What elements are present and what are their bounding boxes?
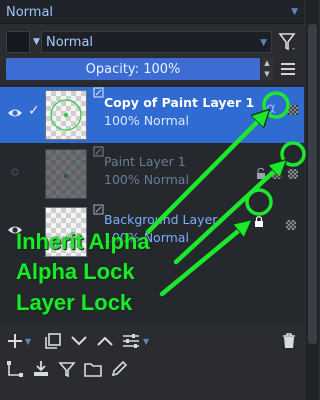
alpha-indicator-icon[interactable]: [272, 169, 282, 179]
spin-down-icon[interactable]: ▼: [261, 69, 273, 80]
selected-check-icon: ✓: [28, 103, 40, 119]
layer-type-icon: [93, 204, 104, 215]
layer-toolbar-bottom: [0, 356, 304, 382]
delete-layer-icon[interactable]: [280, 332, 298, 350]
layer-lock-icon[interactable]: [254, 216, 264, 228]
add-layer-dropdown-icon[interactable]: ▼: [25, 337, 31, 346]
alpha-lock-icon[interactable]: [288, 169, 298, 179]
opacity-spinner[interactable]: ▲ ▼: [261, 58, 273, 80]
layer-name: Background Layer: [104, 212, 218, 227]
blend-mode-select[interactable]: Normal ▼: [41, 31, 272, 53]
edit-pencil-icon[interactable]: [110, 360, 128, 378]
lock-open-icon[interactable]: [256, 168, 266, 180]
move-down-icon[interactable]: [70, 332, 88, 350]
opacity-label: Opacity: 100%: [85, 62, 181, 77]
color-label-swatch[interactable]: [6, 31, 30, 53]
layer-mode: 100% Normal: [104, 113, 189, 128]
add-layer-icon[interactable]: [6, 332, 24, 350]
move-up-icon[interactable]: [96, 332, 114, 350]
annotation-label-layer-lock: Layer Lock: [16, 290, 133, 315]
layers-list: ✓ Copy of Paint Layer 1 100% Normal α Pa…: [0, 84, 304, 324]
layer-mode: 100% Normal: [104, 172, 189, 187]
top-blend-mode-value: Normal: [6, 5, 54, 20]
annotation-label-inherit-alpha: Inherit Alpha: [16, 229, 150, 254]
layer-name: Paint Layer 1: [104, 154, 186, 169]
swatch-dropdown-icon[interactable]: ▼: [33, 37, 40, 47]
filter-icon[interactable]: [278, 30, 298, 54]
layer-name: Copy of Paint Layer 1: [104, 95, 255, 110]
duplicate-layer-icon[interactable]: [44, 332, 62, 350]
filter-mask-icon[interactable]: [58, 360, 76, 378]
eye-hidden-icon[interactable]: [7, 166, 23, 178]
inherit-alpha-icon[interactable]: α: [266, 99, 276, 117]
chevron-down-icon: ▼: [291, 7, 298, 17]
opacity-slider[interactable]: Opacity: 100%: [6, 58, 260, 80]
group-folder-icon[interactable]: [84, 360, 102, 378]
chevron-down-icon: ▼: [260, 38, 267, 48]
layer-type-icon: [93, 87, 104, 98]
layer-filter-row: ▼ Normal ▼: [0, 29, 304, 55]
annotation-label-alpha-lock: Alpha Lock: [16, 259, 135, 284]
layer-row-copy-of-paint-layer-1[interactable]: ✓ Copy of Paint Layer 1 100% Normal α: [0, 87, 304, 143]
vertical-scrollbar[interactable]: [306, 0, 319, 400]
hamburger-menu-icon[interactable]: [281, 63, 295, 75]
alpha-lock-icon[interactable]: [288, 105, 298, 115]
eye-visible-icon[interactable]: [7, 107, 23, 119]
layer-thumbnail: [45, 149, 87, 199]
blend-mode-value: Normal: [46, 35, 94, 50]
top-blend-mode-dropdown[interactable]: Normal ▼: [0, 0, 304, 24]
transform-mask-icon[interactable]: [6, 360, 24, 378]
layer-row-paint-layer-1[interactable]: Paint Layer 1 100% Normal: [0, 146, 304, 202]
layer-thumbnail: [45, 90, 87, 140]
merge-down-icon[interactable]: [32, 360, 50, 378]
properties-dropdown-icon[interactable]: ▼: [143, 337, 149, 346]
scrollbar-thumb[interactable]: [308, 24, 317, 344]
layer-type-icon: [93, 146, 104, 157]
layer-properties-icon[interactable]: [122, 332, 140, 350]
layer-toolbar-top: ▼ ▼: [0, 328, 304, 354]
alpha-indicator-icon[interactable]: [286, 220, 296, 230]
spin-up-icon[interactable]: ▲: [261, 58, 273, 69]
